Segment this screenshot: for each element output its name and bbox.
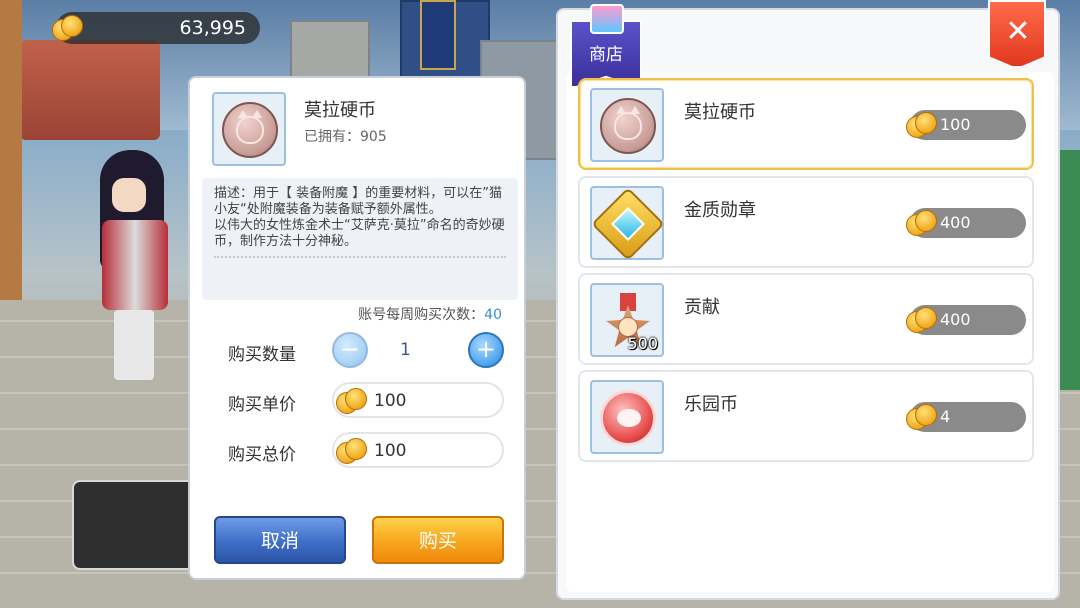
weekly-limit-label: 账号每周购买次数： — [358, 307, 485, 323]
gold-coin-icon — [906, 110, 937, 140]
background-ui-panel — [72, 480, 202, 570]
wooden-pillar — [0, 0, 22, 300]
total-price-field: 100 — [332, 432, 504, 468]
unit-price-value: 100 — [374, 391, 407, 411]
quantity-label: 购买数量 — [228, 345, 296, 365]
close-x-icon: ✕ — [1005, 14, 1031, 49]
item-description[interactable]: 描述：用于【 装备附魔 】的重要材料，可以在”猫小友“处附魔装备为装备赋予额外属… — [202, 178, 518, 300]
castle-banner — [420, 0, 456, 70]
description-line: 描述：用于【 装备附魔 】的重要材料，可以在”猫小友“处附魔装备为装备赋予额外属… — [214, 186, 502, 217]
total-price-value: 100 — [374, 441, 407, 461]
item-icon-frame — [590, 88, 664, 162]
purchase-dialog: 莫拉硬币 已拥有：905 描述：用于【 装备附魔 】的重要材料，可以在”猫小友“… — [188, 76, 526, 580]
shop-title: 商店 — [589, 45, 623, 65]
decrease-quantity-button[interactable]: − — [332, 332, 368, 368]
weekly-purchase-limit: 账号每周购买次数：40 — [358, 304, 502, 324]
currency-display: 63,995 — [52, 12, 260, 44]
gold-coin-icon — [336, 386, 367, 416]
shop-item-name: 莫拉硬币 — [684, 102, 756, 123]
item-icon-frame: 500 — [590, 283, 664, 357]
buy-button[interactable]: 购买 — [372, 516, 504, 564]
shop-item-price-value: 400 — [940, 310, 971, 329]
scroll-indicator — [214, 256, 506, 258]
increase-quantity-button[interactable]: + — [468, 332, 504, 368]
minus-icon: − — [339, 335, 361, 363]
gold-coin-icon — [336, 436, 367, 466]
owned-value: 905 — [360, 129, 387, 145]
shop-item-gold-medal[interactable]: 金质勋章 400 — [578, 176, 1034, 268]
shop-item-name: 贡献 — [684, 297, 720, 318]
shop-item-park-coin[interactable]: 乐园币 4 — [578, 370, 1034, 462]
weekly-limit-value: 40 — [484, 307, 502, 323]
gold-coin-icon — [906, 402, 937, 432]
shop-item-price-value: 100 — [940, 115, 971, 134]
shop-item-price-value: 400 — [940, 213, 971, 232]
item-name: 莫拉硬币 — [304, 100, 376, 121]
unit-price-field: 100 — [332, 382, 504, 418]
item-icon-frame — [590, 186, 665, 261]
shop-item-price: 4 — [906, 402, 1026, 432]
gold-coin-icon — [52, 13, 83, 43]
building-roof — [20, 40, 160, 140]
shop-item-price: 400 — [906, 305, 1026, 335]
mora-coin-icon — [600, 98, 656, 154]
gold-coin-icon — [906, 208, 937, 238]
shop-item-price: 100 — [906, 110, 1026, 140]
park-coin-icon — [600, 390, 656, 446]
shop-item-price: 400 — [906, 208, 1026, 238]
item-icon-frame — [212, 92, 286, 166]
description-line: 以伟大的女性炼金术士“艾萨克·莫拉”命名的奇妙硬币，制作方法十分神秘。 — [214, 218, 505, 249]
shop-item-mora-coin[interactable]: 莫拉硬币 100 — [578, 78, 1034, 170]
currency-amount: 63,995 — [179, 17, 246, 39]
shop-item-name: 乐园币 — [684, 394, 738, 415]
shop-item-contribution[interactable]: 500 贡献 400 — [578, 273, 1034, 365]
plus-icon: + — [475, 335, 497, 363]
mora-coin-icon — [222, 102, 278, 158]
shop-item-name: 金质勋章 — [684, 200, 756, 221]
shop-item-price-value: 4 — [940, 407, 951, 426]
treasure-chest-icon — [590, 4, 624, 34]
unit-price-label: 购买单价 — [228, 395, 296, 415]
item-icon-frame — [590, 380, 664, 454]
gold-coin-icon — [906, 305, 937, 335]
cancel-button[interactable]: 取消 — [214, 516, 346, 564]
player-character — [90, 150, 180, 380]
item-quantity-badge: 500 — [627, 334, 658, 353]
close-button[interactable]: ✕ — [988, 0, 1046, 68]
shop-title-tag: 商店 — [564, 0, 648, 90]
quantity-value: 1 — [400, 340, 411, 360]
owned-count: 已拥有：905 — [304, 126, 387, 146]
total-price-label: 购买总价 — [228, 445, 296, 465]
owned-label: 已拥有： — [304, 129, 360, 145]
